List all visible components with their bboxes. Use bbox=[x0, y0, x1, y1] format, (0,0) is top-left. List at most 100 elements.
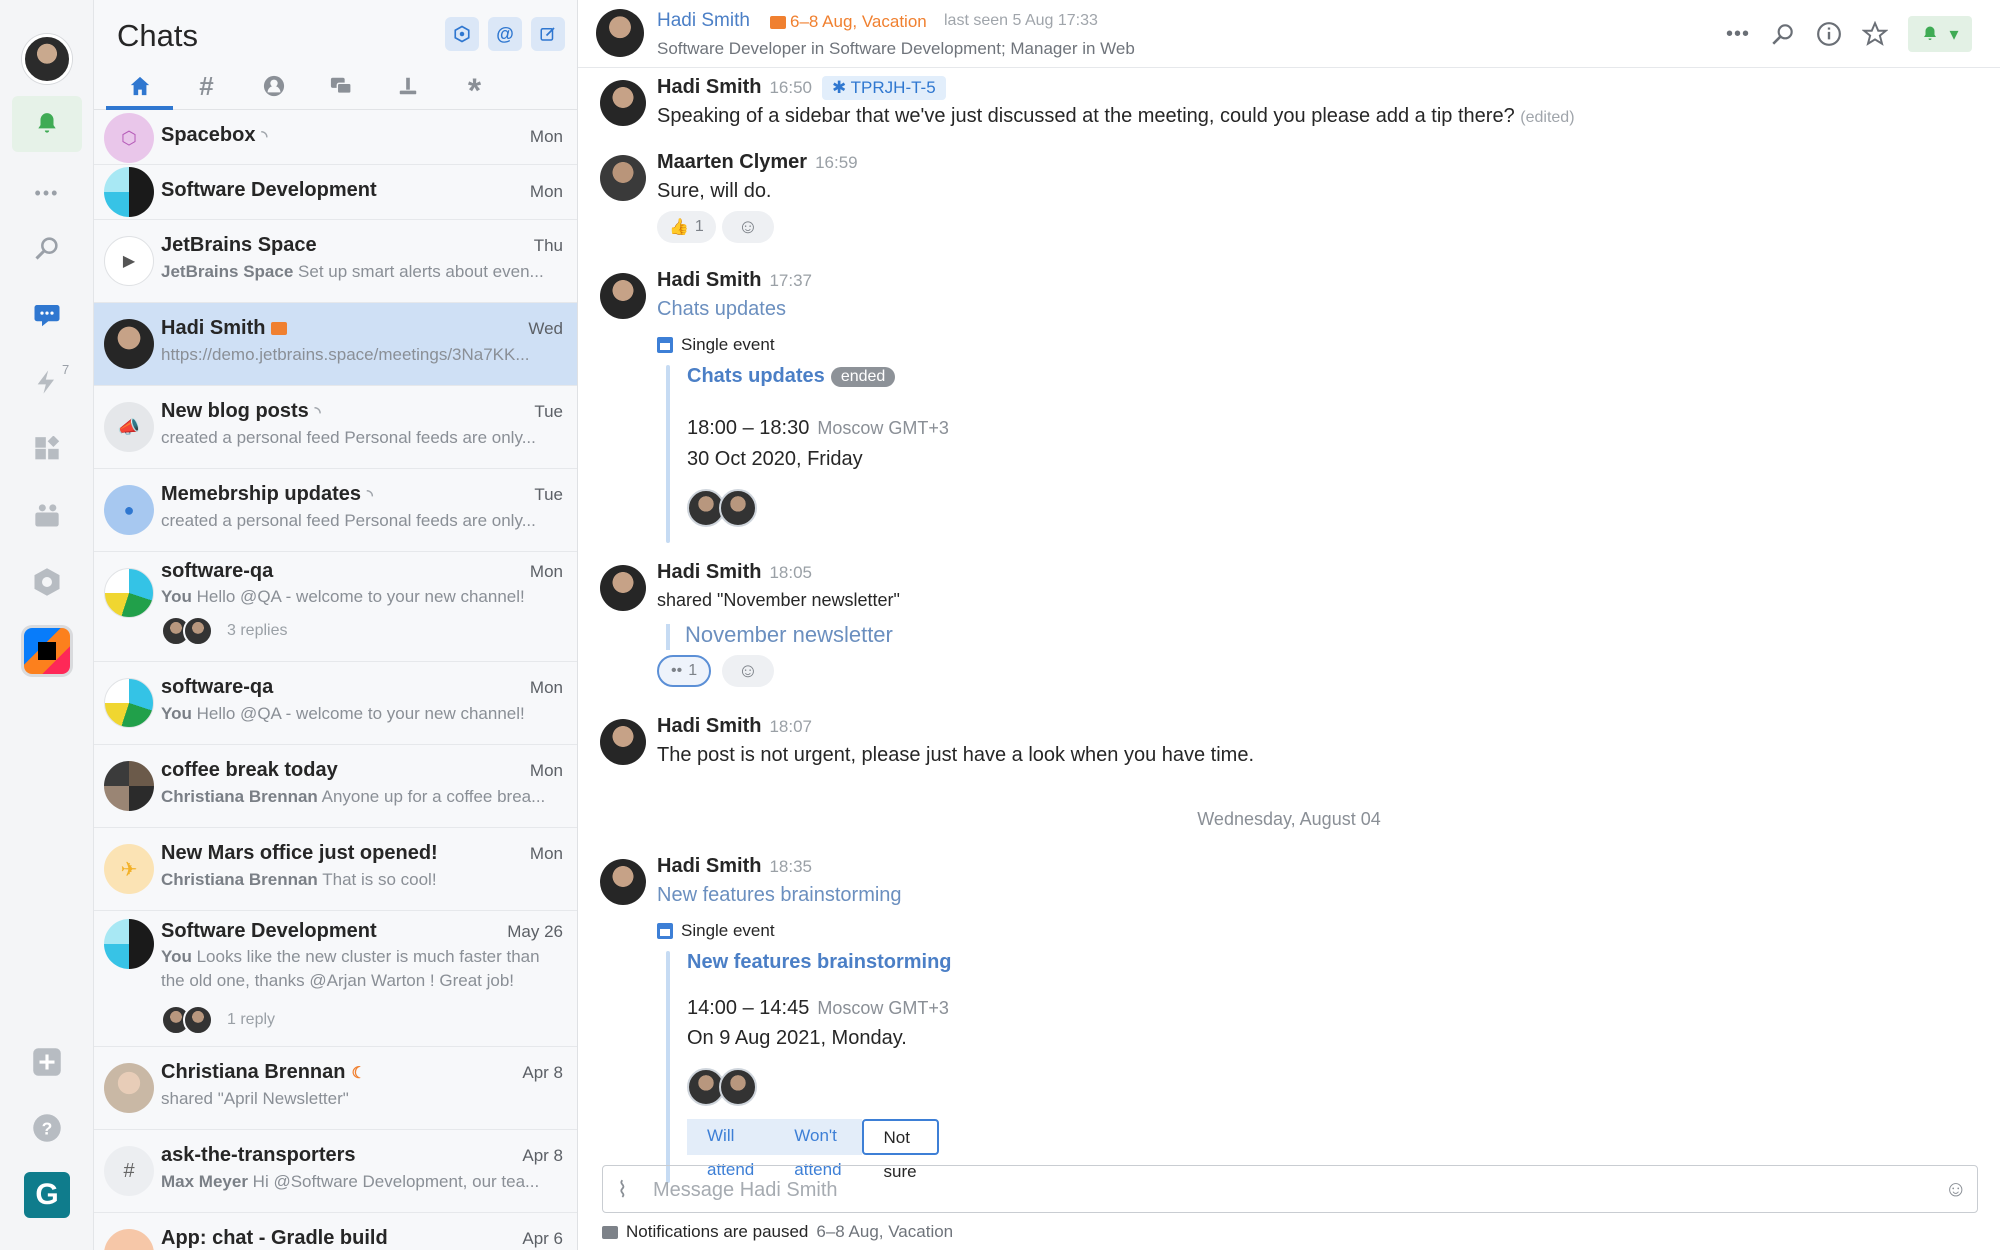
day-separator: Wednesday, August 04 bbox=[1197, 809, 1381, 829]
chat-item-membership-updates[interactable]: ● Memebrship updates ◝ Tue created a pers… bbox=[94, 469, 577, 552]
joystick-icon bbox=[399, 77, 416, 95]
home-icon bbox=[130, 76, 149, 96]
tab-home[interactable] bbox=[106, 66, 173, 110]
chat-item-gradle-build[interactable]: App: chat - Gradle build Apr 6 bbox=[94, 1213, 577, 1250]
notifications-button[interactable] bbox=[12, 96, 82, 152]
person-icon bbox=[263, 75, 284, 97]
jetbrains-logo-icon[interactable] bbox=[24, 628, 70, 674]
not-sure-button[interactable]: Not sure bbox=[861, 1119, 939, 1181]
settings-button[interactable] bbox=[445, 17, 479, 51]
tab-people[interactable] bbox=[240, 66, 307, 106]
chat-item-software-development[interactable]: Software Development Mon bbox=[94, 165, 577, 220]
add-reaction-button[interactable]: ☺ bbox=[722, 211, 774, 243]
chat-item-software-qa[interactable]: software-qa Mon You Hello @QA - welcome … bbox=[94, 552, 577, 662]
avatar[interactable] bbox=[600, 80, 646, 126]
avatar bbox=[183, 616, 213, 646]
settings-hexagon-icon[interactable] bbox=[25, 560, 69, 604]
message-link[interactable]: New features brainstorming bbox=[657, 884, 902, 907]
wont-attend-button[interactable]: Won't attend bbox=[774, 1119, 862, 1179]
chat-preview: You Looks like the new cluster is much f… bbox=[161, 947, 540, 990]
chat-item-spacebox[interactable]: ⬡ Spacebox ◝ Mon bbox=[94, 110, 577, 165]
user-avatar[interactable] bbox=[22, 34, 72, 84]
event-title[interactable]: Chats updates ended bbox=[687, 365, 896, 388]
avatar[interactable] bbox=[600, 273, 646, 319]
calendar-icon bbox=[657, 923, 673, 939]
spacebox-avatar-icon: ⬡ bbox=[104, 113, 154, 163]
last-seen: last seen 5 Aug 17:33 bbox=[944, 12, 1098, 29]
attach-icon[interactable]: ⌇ bbox=[617, 1177, 628, 1203]
chats-icon[interactable] bbox=[25, 293, 69, 337]
message-author: Hadi Smith 18:35 bbox=[657, 855, 812, 877]
avatar[interactable] bbox=[600, 719, 646, 765]
avatar[interactable] bbox=[600, 565, 646, 611]
message-author: Hadi Smith 17:37 bbox=[657, 269, 812, 291]
chat-date: Mon bbox=[529, 182, 563, 201]
chat-item-christiana-brennan[interactable]: Christiana Brennan ☾ Apr 8 shared "April … bbox=[94, 1047, 577, 1130]
chat-preview: You Hello @QA - welcome to your new chan… bbox=[161, 704, 525, 723]
event-participants[interactable] bbox=[687, 1068, 757, 1106]
chat-item-new-blog-posts[interactable]: 📣 New blog posts ◝ Tue created a personal… bbox=[94, 386, 577, 469]
shared-article-link[interactable]: November newsletter bbox=[685, 622, 893, 648]
message-author: Hadi Smith 18:07 bbox=[657, 715, 812, 737]
star-icon[interactable] bbox=[1862, 21, 1888, 47]
search-icon[interactable] bbox=[1770, 21, 1796, 47]
chat-list-panel: Chats @ # * ⬡ Spacebox ◝ Mon Software De… bbox=[94, 0, 578, 1250]
thread-replies[interactable]: 3 replies bbox=[161, 616, 287, 646]
tab-conversations[interactable] bbox=[307, 66, 374, 106]
chat-preview: created a personal feed Personal feeds a… bbox=[161, 511, 536, 530]
event-title[interactable]: New features brainstorming bbox=[687, 951, 952, 974]
avatar[interactable] bbox=[600, 859, 646, 905]
issue-tag[interactable]: ✱ TPRJH-T-5 bbox=[822, 76, 946, 100]
avatar[interactable] bbox=[600, 155, 646, 201]
tab-channels[interactable]: # bbox=[173, 66, 240, 106]
chat-item-new-mars-office[interactable]: ✈ New Mars office just opened! Mon Chris… bbox=[94, 828, 577, 911]
add-reaction-button[interactable]: ☺ bbox=[722, 655, 774, 687]
thread-replies[interactable]: 1 reply bbox=[161, 1005, 275, 1035]
apps-icon[interactable] bbox=[25, 428, 69, 472]
mentions-button[interactable]: @ bbox=[488, 17, 522, 51]
chat-date: Thu bbox=[533, 236, 563, 255]
more-icon[interactable]: ••• bbox=[25, 171, 69, 215]
chat-item-hadi-smith[interactable]: Hadi Smith Wed https://demo.jetbrains.sp… bbox=[94, 303, 577, 386]
space-logo-icon[interactable]: G bbox=[24, 1172, 70, 1218]
tab-apps[interactable] bbox=[374, 66, 441, 106]
chat-preview: shared "April Newsletter" bbox=[161, 1089, 349, 1108]
feed-icon: ◝ bbox=[367, 487, 373, 504]
chat-item-ask-the-transporters[interactable]: # ask-the-transporters Apr 8 Max Meyer H… bbox=[94, 1130, 577, 1213]
contact-role: Software Developer in Software Developme… bbox=[657, 39, 1135, 58]
eyes-reaction[interactable]: •• 1 bbox=[657, 655, 712, 687]
chat-preview: JetBrains Space Set up smart alerts abou… bbox=[161, 262, 544, 281]
chat-name: Christiana Brennan ☾ bbox=[161, 1061, 366, 1083]
search-icon[interactable] bbox=[25, 226, 69, 270]
message-text: Sure, will do. bbox=[657, 180, 772, 202]
notification-settings-button[interactable]: ▾ bbox=[1908, 16, 1972, 52]
avatar bbox=[719, 489, 757, 527]
chat-item-software-development-2[interactable]: Software Development May 26 You Looks li… bbox=[94, 911, 577, 1047]
message-link[interactable]: Chats updates bbox=[657, 298, 786, 321]
contact-name[interactable]: Hadi Smith bbox=[657, 10, 750, 32]
team-icon[interactable] bbox=[25, 494, 69, 538]
event-participants[interactable] bbox=[687, 489, 757, 527]
info-icon[interactable] bbox=[1816, 21, 1842, 47]
message-author: Hadi Smith 16:50 ✱ TPRJH-T-5 bbox=[657, 76, 946, 100]
conversation-panel: Hadi Smith 6–8 Aug, Vacation last seen 5… bbox=[578, 0, 2000, 1250]
feed-icon: ◝ bbox=[261, 128, 268, 145]
add-icon[interactable] bbox=[25, 1040, 69, 1084]
help-icon[interactable]: ? bbox=[25, 1106, 69, 1150]
new-message-button[interactable] bbox=[531, 17, 565, 51]
more-icon[interactable]: ••• bbox=[1726, 23, 1750, 46]
emoji-icon[interactable]: ☺ bbox=[1945, 1176, 1967, 1202]
tab-other[interactable]: * bbox=[441, 66, 508, 110]
message-input[interactable] bbox=[653, 1174, 1913, 1206]
chat-date: Mon bbox=[529, 127, 563, 146]
chat-item-coffee-break[interactable]: coffee break today Mon Christiana Brenna… bbox=[94, 745, 577, 828]
avatar[interactable] bbox=[596, 9, 644, 57]
chat-item-jetbrains-space[interactable]: ▶ JetBrains Space Thu JetBrains Space Se… bbox=[94, 220, 577, 303]
message-text: Speaking of a sidebar that we've just di… bbox=[657, 105, 1575, 127]
chat-item-software-qa-2[interactable]: software-qa Mon You Hello @QA - welcome … bbox=[94, 662, 577, 745]
group-avatar bbox=[104, 761, 154, 811]
will-attend-button[interactable]: Will attend bbox=[687, 1119, 775, 1179]
message-text: The post is not urgent, please just have… bbox=[657, 744, 1255, 766]
thumbs-up-reaction[interactable]: 👍 1 bbox=[657, 211, 716, 243]
asterisk-icon: * bbox=[467, 72, 482, 110]
